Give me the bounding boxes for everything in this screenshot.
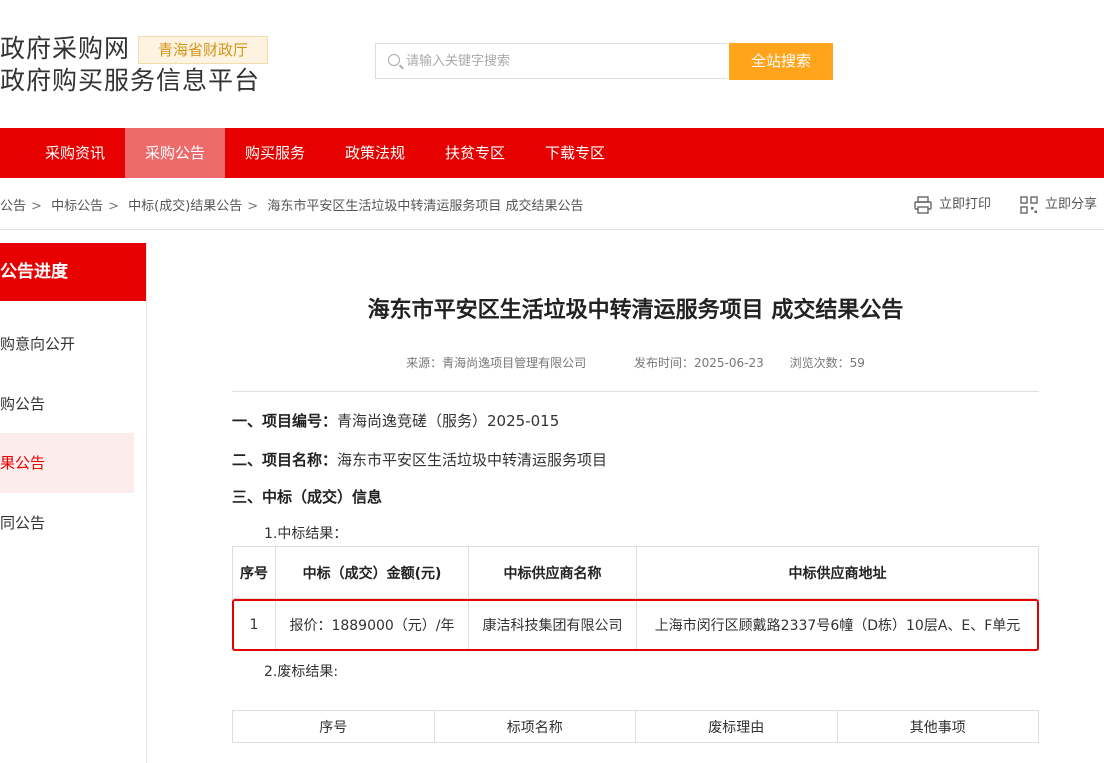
page-title: 海东市平安区生活垃圾中转清运服务项目 成交结果公告 <box>367 298 904 323</box>
award-info-heading: 三、中标（成交）信息 <box>232 488 383 506</box>
table-header: 序号 <box>232 546 276 599</box>
highlight-box <box>232 599 1039 651</box>
table-header: 中标（成交）金额(元) <box>275 546 469 599</box>
breadcrumb-item[interactable]: 公告 <box>0 199 26 214</box>
printer-icon <box>914 195 932 214</box>
sidebar-divider <box>146 243 147 763</box>
share-label: 立即分享 <box>1045 197 1098 212</box>
nav-item-download[interactable]: 下载专区 <box>525 128 625 178</box>
print-label: 立即打印 <box>939 197 992 212</box>
qr-code-icon <box>1020 195 1038 214</box>
table-header-row: 序号 中标（成交）金额(元) 中标供应商名称 中标供应商地址 <box>232 546 1039 599</box>
project-number: 一、项目编号：青海尚逸竞磋（服务）2025-015 <box>232 412 560 430</box>
award-result-label: 1.中标结果： <box>264 526 348 542</box>
search-icon <box>388 54 400 66</box>
table-header: 中标供应商名称 <box>468 546 637 599</box>
sidebar-header: 公告进度 <box>0 243 146 301</box>
site-title: 政府采购网 <box>0 34 131 63</box>
nav-item-services[interactable]: 购买服务 <box>225 128 325 178</box>
table-header-row: 序号 标项名称 废标理由 其他事项 <box>232 710 1039 743</box>
site-subtitle: 政府购买服务信息平台 <box>0 66 261 95</box>
sidebar-item-result[interactable]: 果公告 <box>0 433 134 493</box>
article-views: 浏览次数：59 <box>789 356 865 370</box>
nav-item-news[interactable]: 采购资讯 <box>25 128 125 178</box>
breadcrumb-item[interactable]: 中标(成交)结果公告 <box>128 199 242 214</box>
nav-item-announcements[interactable]: 采购公告 <box>125 128 225 178</box>
header-divider <box>0 229 1104 230</box>
table-header: 中标供应商地址 <box>636 546 1039 599</box>
article-meta: 来源：青海尚逸项目管理有限公司 发布时间：2025-06-23 浏览次数：59 <box>232 354 1039 371</box>
main-nav: 采购资讯 采购公告 购买服务 政策法规 扶贫专区 下载专区 <box>0 128 1104 178</box>
failed-result-label: 2.废标结果: <box>264 664 339 680</box>
sidebar-item-notice[interactable]: 购公告 <box>0 374 134 434</box>
search-button[interactable]: 全站搜索 <box>729 43 833 80</box>
article-publish-date: 发布时间：2025-06-23 <box>633 356 764 370</box>
project-name: 二、项目名称：海东市平安区生活垃圾中转清运服务项目 <box>232 451 608 469</box>
sidebar-item-contract[interactable]: 同公告 <box>0 493 134 553</box>
nav-item-policy[interactable]: 政策法规 <box>325 128 425 178</box>
table-header: 标项名称 <box>433 710 636 743</box>
article-divider <box>232 391 1039 392</box>
table-header: 其他事项 <box>836 710 1039 743</box>
print-button[interactable]: 立即打印 <box>913 193 991 215</box>
article-source: 来源：青海尚逸项目管理有限公司 <box>406 356 587 370</box>
breadcrumb-current: 海东市平安区生活垃圾中转清运服务项目 成交结果公告 <box>267 199 584 214</box>
share-button[interactable]: 立即分享 <box>1019 193 1097 215</box>
table-header: 废标理由 <box>635 710 838 743</box>
breadcrumb-item[interactable]: 中标公告 <box>51 199 103 214</box>
failed-table: 序号 标项名称 废标理由 其他事项 <box>232 710 1039 743</box>
region-badge: 青海省财政厅 <box>138 36 268 64</box>
nav-item-poverty[interactable]: 扶贫专区 <box>425 128 525 178</box>
breadcrumb: 公告 > 中标公告 > 中标(成交)结果公告 > 海东市平安区生活垃圾中转清运服务项目… <box>0 199 584 214</box>
sidebar-item-intent[interactable]: 购意向公开 <box>0 314 134 374</box>
search-input[interactable] <box>406 44 706 78</box>
search-box <box>375 43 727 79</box>
table-header: 序号 <box>232 710 435 743</box>
